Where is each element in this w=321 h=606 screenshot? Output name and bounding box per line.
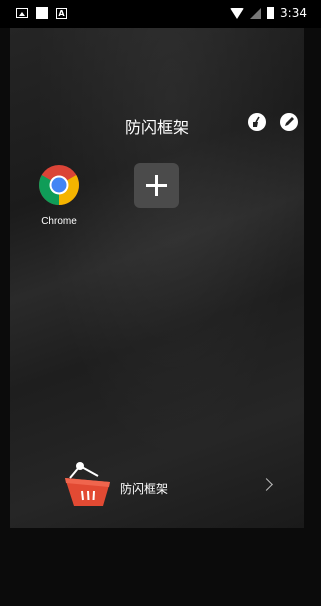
edit-icon — [285, 117, 294, 126]
signal-icon — [250, 7, 262, 19]
basket-icon — [65, 462, 110, 506]
main-panel: 防闪框架 Chrome 防闪框架 — [10, 28, 304, 528]
battery-icon — [267, 7, 275, 19]
app-label: Chrome — [41, 216, 77, 227]
chevron-right-icon — [260, 478, 273, 491]
clean-button[interactable] — [248, 113, 266, 131]
wifi-icon — [230, 7, 245, 19]
image-icon — [16, 8, 28, 18]
screen: A 3:34 防闪框架 Chrome 防闪框架 — [0, 0, 321, 606]
bottom-label: 防闪框架 — [120, 482, 169, 496]
status-left: A — [16, 7, 67, 19]
bottom-entry[interactable]: 防闪框架 — [10, 460, 304, 510]
status-bar: A 3:34 — [0, 0, 321, 28]
a-icon: A — [56, 7, 67, 19]
add-app-button[interactable] — [134, 163, 179, 208]
chrome-icon — [39, 165, 79, 205]
status-time: 3:34 — [280, 6, 307, 20]
edit-button[interactable] — [280, 113, 298, 131]
clean-icon — [253, 116, 260, 127]
app-chrome[interactable]: Chrome — [34, 164, 84, 227]
status-right: 3:34 — [230, 6, 307, 20]
square-icon — [36, 7, 48, 19]
